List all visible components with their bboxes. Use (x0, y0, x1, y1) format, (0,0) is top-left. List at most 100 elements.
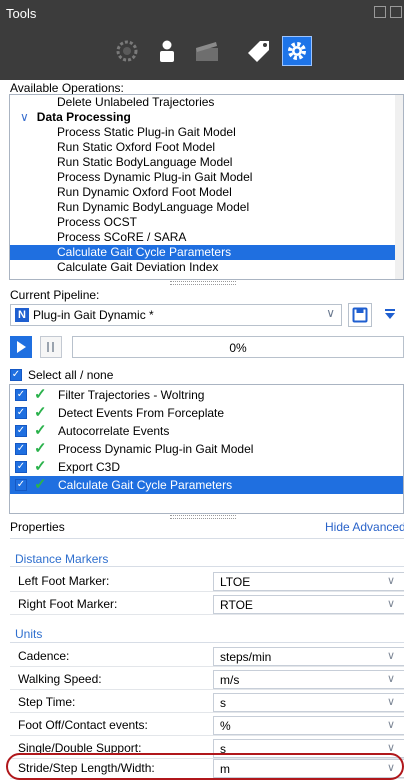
check-icon: ✓ (34, 386, 47, 403)
pipeline-select[interactable]: N Plug-in Gait Dynamic * ∨ (10, 304, 342, 326)
step-label: Detect Events From Forceplate (58, 406, 225, 420)
chevron-down-icon: ∨ (326, 306, 335, 320)
step-checkbox[interactable]: ✓ (15, 479, 27, 491)
operation-item[interactable]: Calculate Gait Deviation Index (10, 260, 403, 275)
checkbox[interactable]: ✓ (10, 368, 22, 381)
dropdown-value: % (220, 719, 231, 733)
operation-item[interactable]: Process Dynamic Plug-in Gait Model (10, 170, 403, 185)
chevron-down-icon: ∨ (387, 575, 396, 587)
operation-item[interactable]: Run Static BodyLanguage Model (10, 155, 403, 170)
chevron-down-icon: ∨ (387, 719, 396, 731)
step-label: Export C3D (58, 460, 121, 474)
person-icon[interactable] (152, 36, 182, 66)
save-icon (352, 307, 368, 323)
step-checkbox[interactable]: ✓ (15, 443, 27, 455)
property-dropdown[interactable]: % ∨ (213, 716, 404, 735)
tools-titlebar: Tools (0, 0, 404, 80)
play-icon (17, 341, 26, 353)
divider (10, 538, 404, 539)
chevron-down-icon[interactable]: ∨ (20, 110, 29, 124)
chevron-down-icon: ∨ (387, 598, 396, 610)
category-label: Data Processing (36, 110, 131, 124)
operation-item[interactable]: Run Dynamic BodyLanguage Model (10, 200, 403, 215)
tag-icon[interactable] (244, 36, 274, 66)
step-checkbox[interactable]: ✓ (15, 389, 27, 401)
operation-item-selected[interactable]: Calculate Gait Cycle Parameters (10, 245, 403, 260)
step-checkbox[interactable]: ✓ (15, 407, 27, 419)
operation-item[interactable]: Process OCST (10, 215, 403, 230)
step-checkbox[interactable]: ✓ (15, 425, 27, 437)
step-label: Calculate Gait Cycle Parameters (58, 478, 233, 492)
available-operations-label: Available Operations: (10, 81, 124, 95)
progress-text: 0% (229, 341, 247, 355)
splitter-handle[interactable] (170, 515, 236, 519)
property-label: Right Foot Marker: (18, 597, 118, 611)
chevron-down-icon: ∨ (387, 696, 396, 708)
operation-item[interactable]: Delete Unlabeled Trajectories (10, 95, 403, 110)
dropdown-value: steps/min (220, 650, 272, 664)
property-dropdown[interactable]: steps/min ∨ (213, 647, 404, 666)
step-checkbox[interactable]: ✓ (15, 461, 27, 473)
property-row-left-foot-marker: Left Foot Marker: LTOE ∨ (10, 570, 404, 592)
step-label: Process Dynamic Plug-in Gait Model (58, 442, 254, 456)
pipeline-step[interactable]: ✓ ✓ Filter Trajectories - Woltring (10, 386, 403, 404)
select-all-toggle[interactable]: ✓ Select all / none (10, 366, 113, 382)
pause-button[interactable] (40, 336, 62, 358)
dropdown-value: RTOE (220, 598, 253, 612)
operation-item[interactable]: Run Dynamic Oxford Foot Model (10, 185, 403, 200)
splitter-handle[interactable] (170, 281, 236, 285)
property-dropdown[interactable]: LTOE ∨ (213, 572, 404, 591)
pipeline-step-selected[interactable]: ✓ ✓ Calculate Gait Cycle Parameters (10, 476, 403, 494)
pipeline-progress-bar: 0% (72, 336, 404, 358)
property-row-step-time: Step Time: s ∨ (10, 691, 404, 713)
properties-header: Properties Hide Advanced (10, 520, 404, 536)
property-row-cadence: Cadence: steps/min ∨ (10, 645, 404, 667)
property-dropdown[interactable]: RTOE ∨ (213, 595, 404, 614)
gear-icon[interactable] (282, 36, 312, 66)
undock-button[interactable] (374, 6, 386, 18)
pipeline-menu-button[interactable] (378, 303, 402, 327)
property-row-walking-speed: Walking Speed: m/s ∨ (10, 668, 404, 690)
property-dropdown[interactable]: s ∨ (213, 693, 404, 712)
property-dropdown[interactable]: m/s ∨ (213, 670, 404, 689)
pipeline-step[interactable]: ✓ ✓ Detect Events From Forceplate (10, 404, 403, 422)
save-pipeline-button[interactable] (348, 303, 372, 327)
operation-item[interactable]: Run Static Oxford Foot Model (10, 140, 403, 155)
gear-outline-icon[interactable] (112, 36, 142, 66)
pipeline-select-value: Plug-in Gait Dynamic * (33, 308, 154, 322)
property-label: Walking Speed: (18, 672, 102, 686)
divider (10, 566, 404, 567)
step-label: Filter Trajectories - Woltring (58, 388, 205, 402)
operation-item[interactable]: Process SCoRE / SARA (10, 230, 403, 245)
chevron-down-icon: ∨ (387, 650, 396, 662)
pipeline-step[interactable]: ✓ ✓ Autocorrelate Events (10, 422, 403, 440)
select-all-label: Select all / none (28, 367, 114, 382)
check-icon: ✓ (34, 404, 47, 421)
check-icon: ✓ (34, 440, 47, 457)
operation-item[interactable]: Process Static Plug-in Gait Model (10, 125, 403, 140)
panel-title: Tools (6, 6, 37, 21)
divider (10, 642, 404, 643)
operations-scrollbar[interactable] (395, 95, 403, 279)
hide-advanced-link[interactable]: Hide Advanced (325, 520, 404, 534)
pipeline-logo-icon: N (15, 308, 29, 322)
float-button[interactable] (390, 6, 402, 18)
pipeline-step[interactable]: ✓ ✓ Export C3D (10, 458, 403, 476)
property-row-foot-off-contact: Foot Off/Contact events: % ∨ (10, 714, 404, 736)
pipeline-steps-list[interactable]: ✓ ✓ Filter Trajectories - Woltring ✓ ✓ D… (9, 384, 404, 514)
dropdown-value: LTOE (220, 575, 251, 589)
chevron-down-icon: ∨ (387, 673, 396, 685)
property-label: Foot Off/Contact events: (18, 718, 148, 732)
caret-down-icon (385, 309, 395, 319)
dropdown-value: s (220, 696, 226, 710)
group-distance-markers: Distance Markers (15, 552, 109, 566)
play-button[interactable] (10, 336, 32, 358)
dropdown-value: m/s (220, 673, 240, 687)
available-operations-list[interactable]: Delete Unlabeled Trajectories ∨ Data Proc… (9, 94, 404, 280)
property-label: Cadence: (18, 649, 70, 663)
operation-category[interactable]: ∨ Data Processing (10, 110, 403, 125)
current-pipeline-label: Current Pipeline: (10, 288, 100, 302)
property-label: Step Time: (18, 695, 76, 709)
pipeline-step[interactable]: ✓ ✓ Process Dynamic Plug-in Gait Model (10, 440, 403, 458)
clapper-icon[interactable] (192, 36, 222, 66)
